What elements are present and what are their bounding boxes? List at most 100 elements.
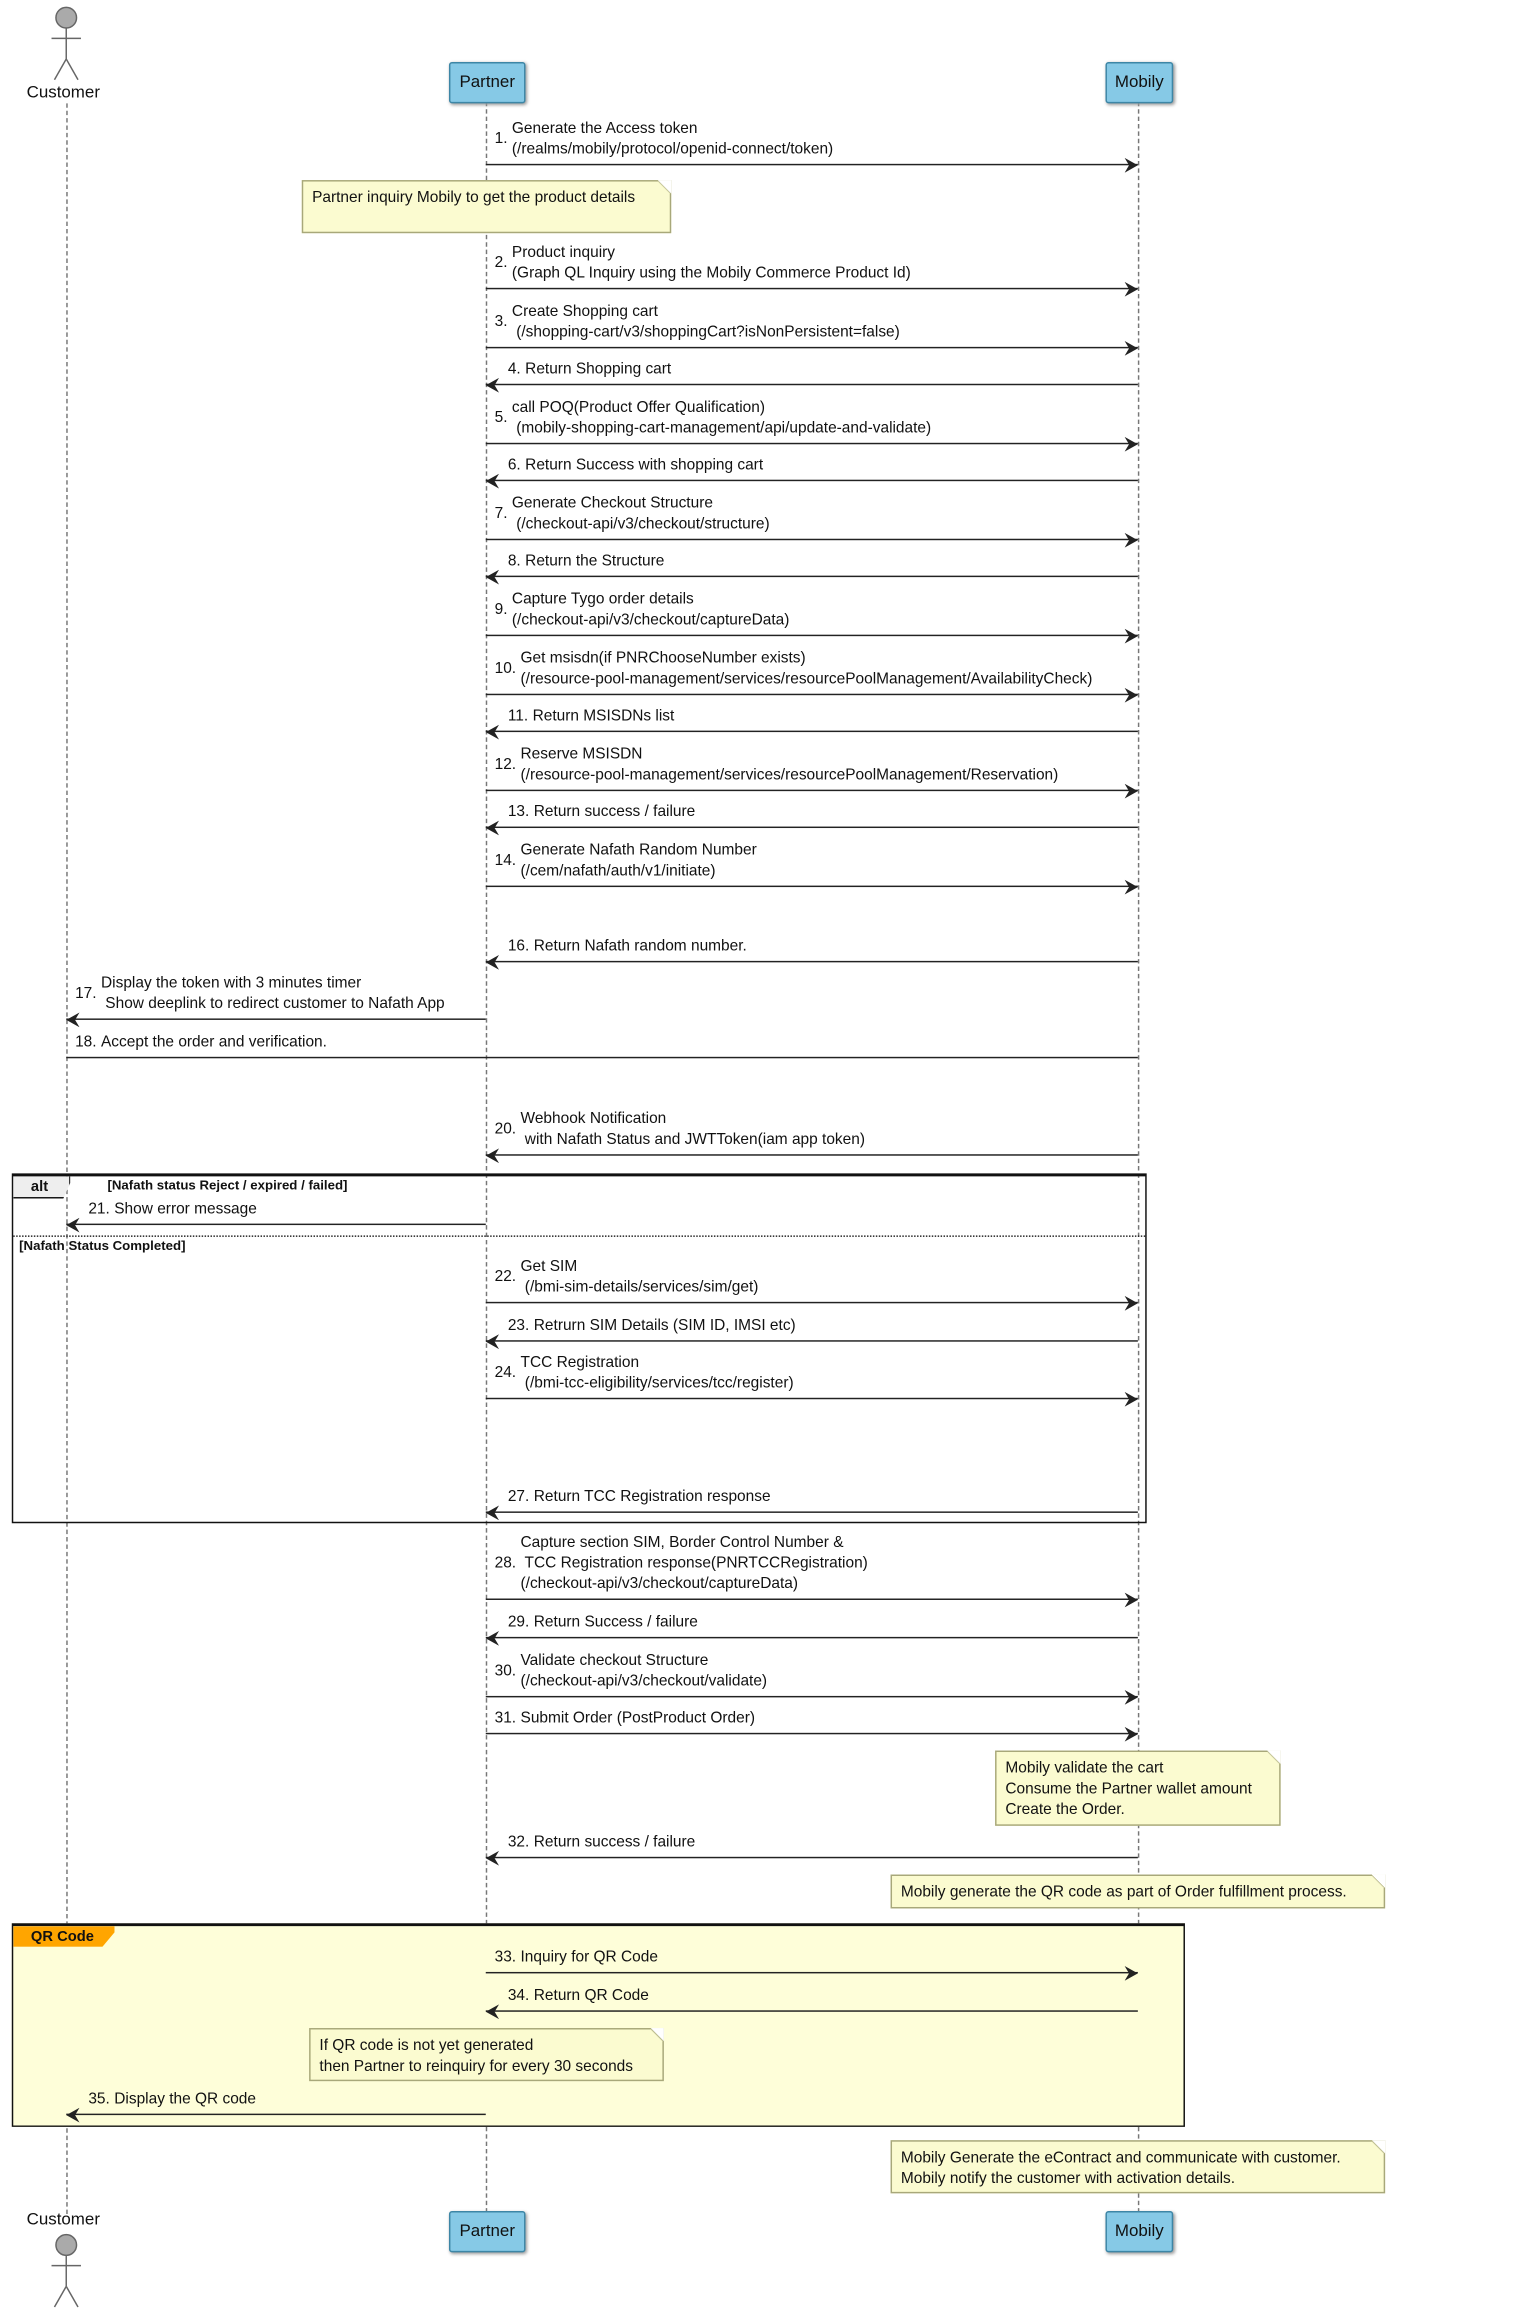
message-label-5: 5. call POQ(Product Offer Qualification) … [495,397,932,438]
arrowhead-icon [1124,1591,1138,1607]
note-qr-reinquiry: If QR code is not yet generated then Par… [309,2028,664,2082]
message-number: 29. [507,1613,530,1631]
arrowhead-icon [485,1333,500,1349]
message-arrow [485,442,1138,445]
message-text: (/checkout-api/v3/checkout/captureData) [511,611,790,629]
message-arrow [485,1636,1138,1639]
note-qr-generation: Mobily generate the QR code as part of O… [890,1874,1386,1909]
message-arrow [485,826,1138,829]
message-number: 27. [507,1487,530,1506]
message-arrow [485,730,1138,733]
message-arrow [485,1856,1138,1859]
message-label-9: 9. Capture Tygo order details (/checkout-a… [495,589,790,630]
message-text: (/resource-pool-management/services/reso… [520,670,1093,688]
message-arrow [485,346,1138,349]
arrowhead-icon [485,954,500,969]
message-number: 9. [494,600,508,619]
note-mobily-validate: Mobily validate the cart Consume the Par… [995,1750,1281,1826]
partner-participant-top: Partner [448,61,526,104]
message-arrow [485,1154,1138,1156]
sequence-diagram: alt [Nafath status Reject / expired / fa… [0,0,1516,2310]
message-text: Return success / failure [533,802,696,821]
mobily-participant-bottom: Mobily [1105,2211,1174,2253]
message-arrow [485,383,1138,386]
message-number: 35. [88,2090,110,2108]
message-arrow [485,163,1138,166]
message-label-6: 6. Return Success with shopping cart [508,455,763,476]
message-text: Capture Tygo order details [511,590,694,609]
arrowhead-icon [485,377,500,392]
message-text: (mobily-shopping-cart-management/api/upd… [511,419,932,437]
message-text: Show deeplink to redirect customer to Na… [100,994,445,1013]
message-label-18: 18. Accept the order and verification. [75,1032,327,1053]
arrowhead-icon [66,2106,80,2122]
arrowhead-icon [485,1630,500,1646]
message-text: Retrurn SIM Details (SIM ID, IMSI etc) [533,1316,796,1335]
message-arrow [485,634,1138,637]
message-label-33: 33. Inquiry for QR Code [495,1947,658,1968]
message-label-23: 23. Retrurn SIM Details (SIM ID, IMSI etc… [508,1315,796,1336]
message-text: Display the token with 3 minutes timer [100,974,362,992]
message-arrow [485,1301,1138,1304]
message-label-24: 24. TCC Registration (/bmi-tcc-eligibilit… [495,1352,794,1393]
arrowhead-icon [1124,281,1138,296]
message-label-35: 35. Display the QR code [88,2089,256,2110]
message-label-34: 34. Return QR Code [508,1985,649,2006]
message-number: 6. [507,456,521,474]
message-text: (/bmi-tcc-eligibility/services/tcc/regis… [520,1374,794,1392]
alt-condition-completed: [Nafath Status Completed] [19,1238,186,1254]
message-label-20: 20. Webhook Notification with Nafath Stat… [495,1108,865,1149]
message-label-3: 3. Create Shopping cart (/shopping-cart/v… [495,301,900,342]
message-label-11: 11. Return MSISDNs list [508,706,674,727]
message-text: Webhook Notification [520,1109,667,1128]
customer-label-bottom: Customer [26,2211,100,2229]
message-text: Return Success with shopping cart [525,456,764,474]
arrowhead-icon [485,568,500,584]
message-arrow [485,789,1138,792]
message-number: 28. [494,1554,517,1572]
message-arrow [485,1971,1138,1974]
message-arrow [485,1340,1138,1342]
message-number: 7. [494,504,508,523]
message-number: 8. [507,552,521,570]
arrowhead-icon [1124,436,1138,451]
alt-divider [13,1235,1146,1237]
note-product-details: Partner inquiry Mobily to get the produc… [301,180,672,234]
message-label-22: 22. Get SIM (/bmi-sim-details/services/si… [495,1256,759,1297]
message-arrow [66,1223,486,1226]
message-text: Return Nafath random number. [533,937,747,955]
arrowhead-icon [1124,532,1138,547]
message-arrow [66,2113,486,2116]
message-arrow [485,575,1138,578]
message-text: Capture section SIM, Border Control Numb… [520,1533,844,1552]
message-label-29: 29. Return Success / failure [508,1612,698,1633]
message-text: Return success / failure [533,1833,696,1851]
message-number: 12. [494,755,517,774]
message-text: Return MSISDNs list [532,707,675,725]
message-label-28: 28. Capture section SIM, Border Control N… [495,1532,868,1594]
message-text: TCC Registration [520,1353,640,1372]
actor-icon [51,2233,81,2308]
alt-frame-tab: alt [13,1176,71,1199]
customer-actor-bottom: Customer [7,2211,125,2311]
message-arrow [485,1732,1138,1735]
message-text: TCC Registration response(PNRTCCRegistra… [520,1554,868,1572]
message-number: 22. [494,1267,517,1286]
message-label-8: 8. Return the Structure [508,551,664,572]
message-text: Accept the order and verification. [100,1033,327,1051]
message-number: 32. [507,1833,530,1851]
message-text: (/shopping-cart/v3/shoppingCart?isNonPer… [511,323,900,341]
message-label-4: 4. Return Shopping cart [508,359,671,380]
message-arrow [485,1397,1138,1400]
message-number: 31. [494,1709,517,1727]
message-text: call POQ(Product Offer Qualification) [511,398,766,417]
arrowhead-icon [1124,628,1138,643]
message-text: (/checkout-api/v3/checkout/captureData) [520,1574,799,1593]
message-text: Generate Nafath Random Number [520,841,757,860]
message-text: (/resource-pool-management/services/reso… [520,766,1059,784]
arrowhead-icon [485,1504,500,1520]
partner-participant-bottom: Partner [448,2211,526,2253]
customer-lifeline [66,103,68,2214]
message-text: (/realms/mobily/protocol/openid-connect/… [511,140,834,158]
message-text: (/checkout-api/v3/checkout/structure) [511,515,770,533]
